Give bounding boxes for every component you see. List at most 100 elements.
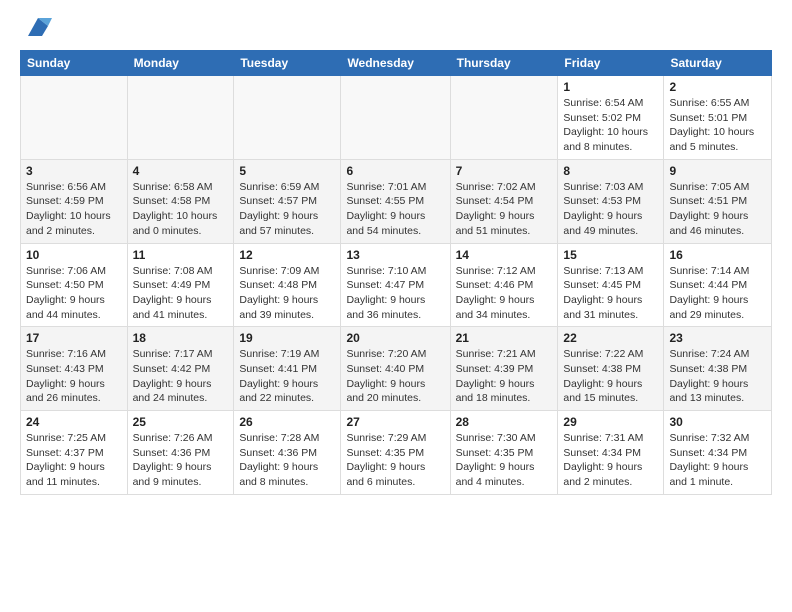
- calendar-cell: 27 Sunrise: 7:29 AM Sunset: 4:35 PM Dayli…: [341, 411, 450, 495]
- day-info: Sunrise: 7:03 AM Sunset: 4:53 PM Dayligh…: [563, 180, 658, 239]
- calendar-week-row: 10 Sunrise: 7:06 AM Sunset: 4:50 PM Dayli…: [21, 243, 772, 327]
- calendar-cell: [234, 76, 341, 160]
- day-info: Sunrise: 7:12 AM Sunset: 4:46 PM Dayligh…: [456, 264, 553, 323]
- calendar-cell: 3 Sunrise: 6:56 AM Sunset: 4:59 PM Daylig…: [21, 159, 128, 243]
- calendar-header-sunday: Sunday: [21, 51, 128, 76]
- day-number: 1: [563, 80, 658, 94]
- calendar-week-row: 17 Sunrise: 7:16 AM Sunset: 4:43 PM Dayli…: [21, 327, 772, 411]
- calendar-cell: 11Sunrise: 7:08 AM Sunset: 4:49 PM Dayli…: [127, 243, 234, 327]
- page: SundayMondayTuesdayWednesdayThursdayFrid…: [0, 0, 792, 505]
- day-number: 5: [239, 164, 335, 178]
- day-number: 20: [346, 331, 444, 345]
- calendar-cell: 19 Sunrise: 7:19 AM Sunset: 4:41 PM Dayli…: [234, 327, 341, 411]
- day-number: 28: [456, 415, 553, 429]
- day-info: Sunrise: 7:32 AM Sunset: 4:34 PM Dayligh…: [669, 431, 766, 490]
- day-info: Sunrise: 6:58 AM Sunset: 4:58 PM Dayligh…: [133, 180, 229, 239]
- calendar-cell: 20 Sunrise: 7:20 AM Sunset: 4:40 PM Dayli…: [341, 327, 450, 411]
- day-number: 13: [346, 248, 444, 262]
- day-info: Sunrise: 7:22 AM Sunset: 4:38 PM Dayligh…: [563, 347, 658, 406]
- logo-icon: [24, 12, 52, 40]
- day-info: Sunrise: 7:24 AM Sunset: 4:38 PM Dayligh…: [669, 347, 766, 406]
- day-number: 24: [26, 415, 122, 429]
- day-number: 7: [456, 164, 553, 178]
- day-info: Sunrise: 7:31 AM Sunset: 4:34 PM Dayligh…: [563, 431, 658, 490]
- day-info: Sunrise: 7:25 AM Sunset: 4:37 PM Dayligh…: [26, 431, 122, 490]
- calendar-week-row: 1 Sunrise: 6:54 AM Sunset: 5:02 PM Daylig…: [21, 76, 772, 160]
- day-info: Sunrise: 7:14 AM Sunset: 4:44 PM Dayligh…: [669, 264, 766, 323]
- calendar-cell: 10 Sunrise: 7:06 AM Sunset: 4:50 PM Dayli…: [21, 243, 128, 327]
- day-info: Sunrise: 7:21 AM Sunset: 4:39 PM Dayligh…: [456, 347, 553, 406]
- calendar-cell: 25 Sunrise: 7:26 AM Sunset: 4:36 PM Dayli…: [127, 411, 234, 495]
- calendar-cell: 21 Sunrise: 7:21 AM Sunset: 4:39 PM Dayli…: [450, 327, 558, 411]
- calendar-cell: 17 Sunrise: 7:16 AM Sunset: 4:43 PM Dayli…: [21, 327, 128, 411]
- day-info: Sunrise: 7:13 AM Sunset: 4:45 PM Dayligh…: [563, 264, 658, 323]
- day-info: Sunrise: 6:56 AM Sunset: 4:59 PM Dayligh…: [26, 180, 122, 239]
- day-number: 10: [26, 248, 122, 262]
- calendar-cell: 26Sunrise: 7:28 AM Sunset: 4:36 PM Dayli…: [234, 411, 341, 495]
- day-number: 27: [346, 415, 444, 429]
- day-number: 2: [669, 80, 766, 94]
- day-info: Sunrise: 7:16 AM Sunset: 4:43 PM Dayligh…: [26, 347, 122, 406]
- calendar-header-friday: Friday: [558, 51, 664, 76]
- day-number: 6: [346, 164, 444, 178]
- calendar-cell: 15 Sunrise: 7:13 AM Sunset: 4:45 PM Dayli…: [558, 243, 664, 327]
- calendar-header-row: SundayMondayTuesdayWednesdayThursdayFrid…: [21, 51, 772, 76]
- calendar-week-row: 3 Sunrise: 6:56 AM Sunset: 4:59 PM Daylig…: [21, 159, 772, 243]
- day-info: Sunrise: 7:06 AM Sunset: 4:50 PM Dayligh…: [26, 264, 122, 323]
- calendar-cell: [450, 76, 558, 160]
- day-info: Sunrise: 7:02 AM Sunset: 4:54 PM Dayligh…: [456, 180, 553, 239]
- calendar-cell: 5 Sunrise: 6:59 AM Sunset: 4:57 PM Daylig…: [234, 159, 341, 243]
- day-info: Sunrise: 7:26 AM Sunset: 4:36 PM Dayligh…: [133, 431, 229, 490]
- calendar-week-row: 24 Sunrise: 7:25 AM Sunset: 4:37 PM Dayli…: [21, 411, 772, 495]
- day-number: 18: [133, 331, 229, 345]
- calendar-cell: 18 Sunrise: 7:17 AM Sunset: 4:42 PM Dayli…: [127, 327, 234, 411]
- day-number: 30: [669, 415, 766, 429]
- calendar-header-monday: Monday: [127, 51, 234, 76]
- calendar-header-tuesday: Tuesday: [234, 51, 341, 76]
- day-number: 23: [669, 331, 766, 345]
- day-info: Sunrise: 7:29 AM Sunset: 4:35 PM Dayligh…: [346, 431, 444, 490]
- day-number: 4: [133, 164, 229, 178]
- calendar-cell: 7 Sunrise: 7:02 AM Sunset: 4:54 PM Daylig…: [450, 159, 558, 243]
- day-info: Sunrise: 7:28 AM Sunset: 4:36 PM Dayligh…: [239, 431, 335, 490]
- day-number: 12: [239, 248, 335, 262]
- calendar-header-saturday: Saturday: [664, 51, 772, 76]
- calendar-cell: 16Sunrise: 7:14 AM Sunset: 4:44 PM Dayli…: [664, 243, 772, 327]
- day-info: Sunrise: 7:09 AM Sunset: 4:48 PM Dayligh…: [239, 264, 335, 323]
- calendar-header-thursday: Thursday: [450, 51, 558, 76]
- calendar-cell: [127, 76, 234, 160]
- logo: [20, 16, 52, 40]
- day-number: 8: [563, 164, 658, 178]
- calendar-cell: 28Sunrise: 7:30 AM Sunset: 4:35 PM Dayli…: [450, 411, 558, 495]
- calendar-cell: 24 Sunrise: 7:25 AM Sunset: 4:37 PM Dayli…: [21, 411, 128, 495]
- day-number: 19: [239, 331, 335, 345]
- day-number: 15: [563, 248, 658, 262]
- day-info: Sunrise: 6:59 AM Sunset: 4:57 PM Dayligh…: [239, 180, 335, 239]
- calendar-cell: 22 Sunrise: 7:22 AM Sunset: 4:38 PM Dayli…: [558, 327, 664, 411]
- day-number: 21: [456, 331, 553, 345]
- calendar-cell: 13 Sunrise: 7:10 AM Sunset: 4:47 PM Dayli…: [341, 243, 450, 327]
- calendar-cell: [341, 76, 450, 160]
- day-info: Sunrise: 6:55 AM Sunset: 5:01 PM Dayligh…: [669, 96, 766, 155]
- calendar-cell: 2 Sunrise: 6:55 AM Sunset: 5:01 PM Daylig…: [664, 76, 772, 160]
- calendar-cell: 14 Sunrise: 7:12 AM Sunset: 4:46 PM Dayli…: [450, 243, 558, 327]
- day-number: 3: [26, 164, 122, 178]
- calendar: SundayMondayTuesdayWednesdayThursdayFrid…: [20, 50, 772, 495]
- day-info: Sunrise: 7:10 AM Sunset: 4:47 PM Dayligh…: [346, 264, 444, 323]
- day-info: Sunrise: 7:05 AM Sunset: 4:51 PM Dayligh…: [669, 180, 766, 239]
- day-info: Sunrise: 7:19 AM Sunset: 4:41 PM Dayligh…: [239, 347, 335, 406]
- calendar-cell: 8 Sunrise: 7:03 AM Sunset: 4:53 PM Daylig…: [558, 159, 664, 243]
- day-number: 25: [133, 415, 229, 429]
- day-info: Sunrise: 7:20 AM Sunset: 4:40 PM Dayligh…: [346, 347, 444, 406]
- day-info: Sunrise: 6:54 AM Sunset: 5:02 PM Dayligh…: [563, 96, 658, 155]
- calendar-cell: 12 Sunrise: 7:09 AM Sunset: 4:48 PM Dayli…: [234, 243, 341, 327]
- day-number: 14: [456, 248, 553, 262]
- day-number: 11: [133, 248, 229, 262]
- day-number: 17: [26, 331, 122, 345]
- calendar-cell: 29 Sunrise: 7:31 AM Sunset: 4:34 PM Dayli…: [558, 411, 664, 495]
- day-number: 29: [563, 415, 658, 429]
- day-info: Sunrise: 7:17 AM Sunset: 4:42 PM Dayligh…: [133, 347, 229, 406]
- calendar-header-wednesday: Wednesday: [341, 51, 450, 76]
- day-number: 22: [563, 331, 658, 345]
- calendar-cell: 9Sunrise: 7:05 AM Sunset: 4:51 PM Daylig…: [664, 159, 772, 243]
